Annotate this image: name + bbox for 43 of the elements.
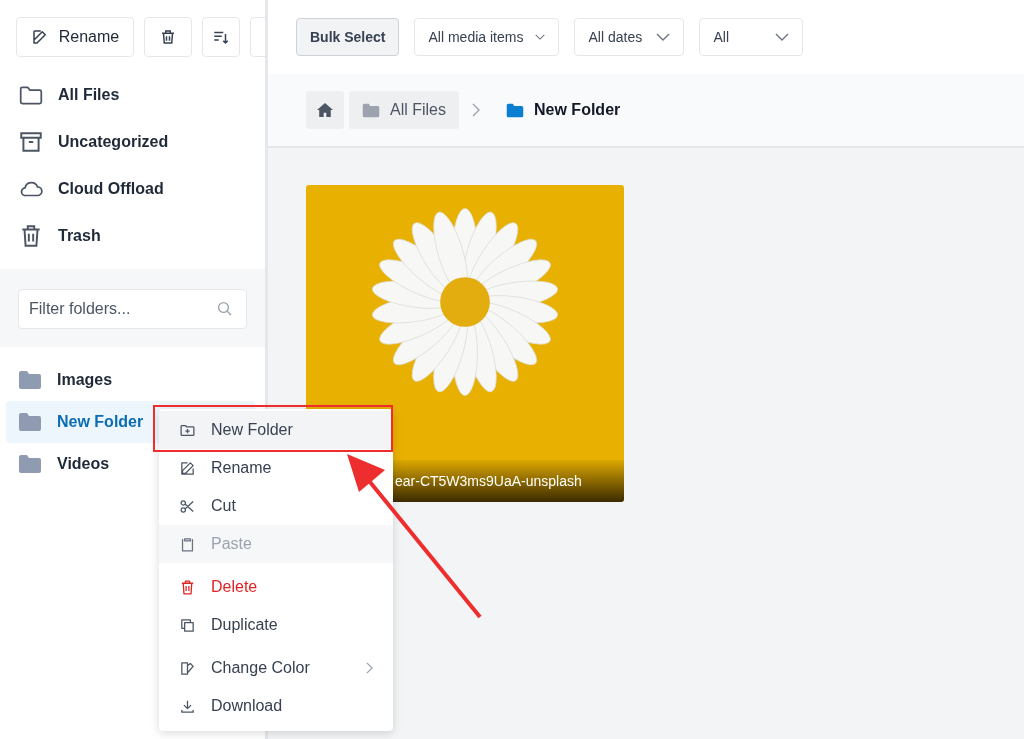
folder-item[interactable]: Images xyxy=(6,359,255,401)
menu-item[interactable]: Change Color xyxy=(159,649,393,687)
filter-dropdown[interactable]: All media items xyxy=(414,18,560,56)
folder-icon xyxy=(18,370,42,390)
filter-field[interactable]: Filter folders... xyxy=(18,289,247,329)
menu-item[interactable]: New Folder xyxy=(159,411,393,449)
copy-icon xyxy=(179,616,196,634)
folder-icon xyxy=(18,454,42,474)
trash-icon xyxy=(179,578,196,596)
nav-item[interactable]: All Files xyxy=(18,71,265,118)
rename-button[interactable]: Rename xyxy=(16,17,134,57)
sort-button[interactable] xyxy=(202,17,240,57)
home-button[interactable] xyxy=(306,91,344,129)
chevron-right-icon xyxy=(366,662,373,674)
chevron-down-icon xyxy=(656,33,671,41)
home-icon xyxy=(316,102,334,118)
chevron-down-icon xyxy=(535,33,546,41)
breadcrumb-link[interactable]: All Files xyxy=(349,91,459,129)
search-icon xyxy=(216,300,234,318)
chevron-down-icon xyxy=(775,33,790,41)
filter-dropdown[interactable]: All dates xyxy=(574,18,685,56)
bulk-select-button[interactable]: Bulk Select xyxy=(296,18,400,56)
menu-item[interactable]: Delete xyxy=(159,568,393,606)
current-folder-label: New Folder xyxy=(493,91,634,129)
nav-item[interactable]: Uncategorized xyxy=(18,118,265,165)
nav-item[interactable]: Cloud Offload xyxy=(18,165,265,212)
nav-item[interactable]: Trash xyxy=(18,212,265,259)
folder-icon xyxy=(362,102,380,118)
filter-dropdown[interactable]: All xyxy=(699,18,804,56)
chevron-right-icon xyxy=(472,103,480,117)
delete-button[interactable] xyxy=(144,17,192,57)
folder-icon xyxy=(506,102,524,118)
clipboard-icon xyxy=(179,535,196,553)
pencil-icon xyxy=(30,28,49,46)
palette-icon xyxy=(179,659,196,677)
menu-item[interactable]: Duplicate xyxy=(159,606,393,644)
trash-icon xyxy=(159,28,177,46)
pencil-icon xyxy=(179,459,196,477)
photo-placeholder[interactable]: ear-CT5W3ms9UaA-unsplash xyxy=(306,185,624,502)
scissors-icon xyxy=(179,497,196,515)
folder-icon xyxy=(18,412,42,432)
file-name: ear-CT5W3ms9UaA-unsplash xyxy=(395,473,582,489)
menu-item[interactable]: Download xyxy=(159,687,393,725)
